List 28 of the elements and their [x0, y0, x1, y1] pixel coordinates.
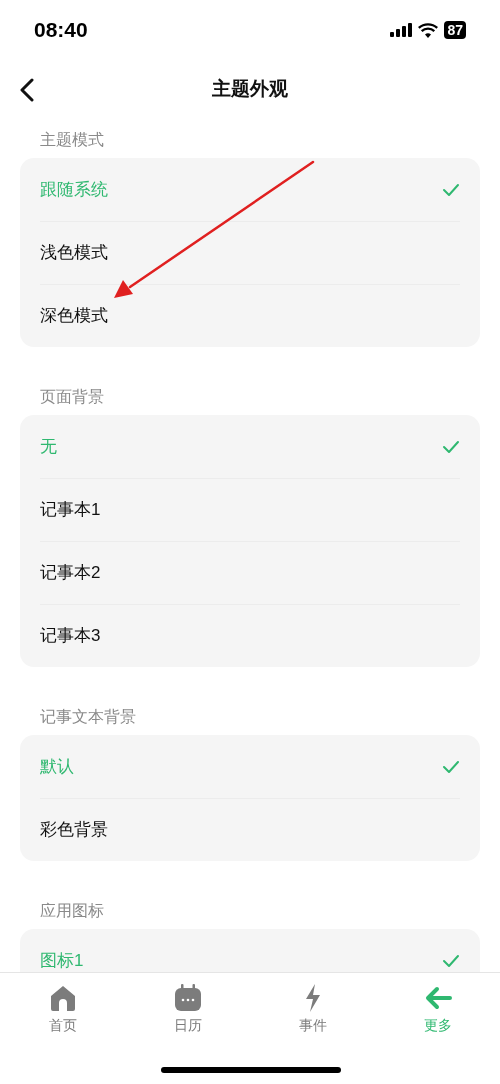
tab-label[interactable]: 日历: [173, 1015, 202, 1036]
tab-label[interactable]: 首页: [48, 1015, 77, 1036]
option-row[interactable]: 记事本3: [40, 604, 460, 667]
signal-icon: [390, 23, 413, 37]
option-row[interactable]: 浅色模式: [40, 221, 460, 284]
tab-label[interactable]: 事件: [298, 1015, 327, 1036]
back-icon[interactable]: [19, 78, 35, 102]
status-time: 08:40: [34, 17, 88, 44]
checkmark-icon: [442, 953, 460, 968]
option-row[interactable]: 记事本1: [40, 478, 460, 541]
section-label: 记事文本背景: [40, 707, 136, 727]
checkmark-icon: [442, 759, 460, 774]
page-title: 主题外观: [212, 76, 288, 101]
section-label: 应用图标: [40, 901, 104, 921]
section-label: 主题模式: [40, 130, 104, 150]
option-row[interactable]: 无: [40, 415, 460, 478]
battery-level: 87: [444, 21, 466, 39]
checkmark-icon: [442, 182, 460, 197]
calendar-icon[interactable]: [172, 983, 203, 1013]
section-label: 页面背景: [40, 387, 104, 407]
wifi-icon: [418, 22, 439, 38]
option-row[interactable]: 记事本2: [40, 541, 460, 604]
tab-label[interactable]: 更多: [423, 1015, 452, 1036]
option-row[interactable]: 跟随系统: [40, 158, 460, 221]
option-row[interactable]: 彩色背景: [40, 798, 460, 861]
checkmark-icon: [442, 439, 460, 454]
option-row[interactable]: 图标1: [40, 929, 460, 972]
option-row[interactable]: 默认: [40, 735, 460, 798]
